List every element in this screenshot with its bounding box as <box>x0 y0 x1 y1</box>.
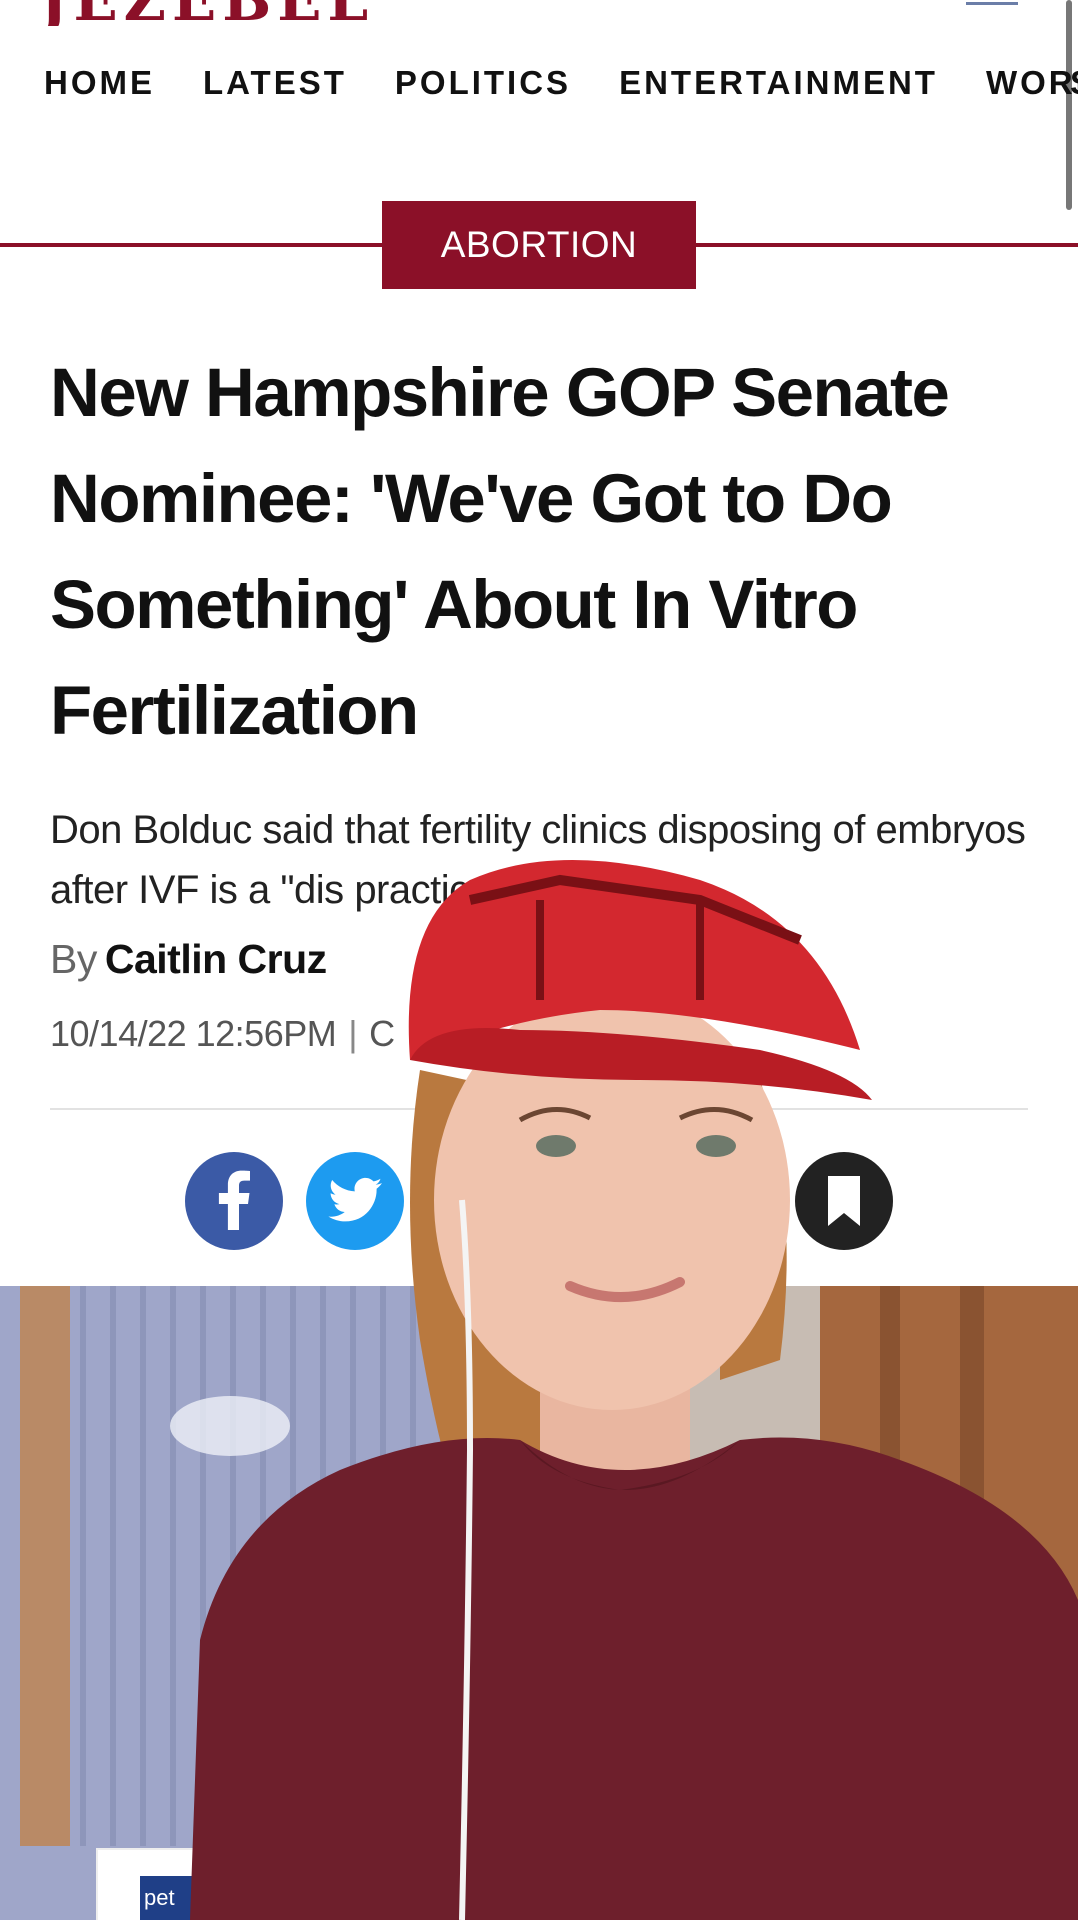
nav-work[interactable]: WORK <box>986 64 1078 102</box>
nav-entertainment[interactable]: ENTERTAINMENT <box>619 64 938 102</box>
article-dek-text: Don Bolduc said that fertility clinics d… <box>50 808 1026 912</box>
nav-overflow-item[interactable]: S <box>1070 64 1078 100</box>
article-hero-image: pet <box>0 1286 1078 1920</box>
category-tag[interactable]: ABORTION <box>382 201 696 289</box>
ad-badge-text: pet <box>140 1876 214 1920</box>
article-timestamp: 10/14/22 12:56PM <box>50 1013 337 1054</box>
bookmark-icon <box>828 1176 860 1226</box>
hero-photo <box>0 1286 1078 1920</box>
twitter-icon <box>328 1177 382 1222</box>
facebook-icon <box>218 1170 250 1230</box>
nav-latest[interactable]: LATEST <box>203 64 347 102</box>
main-nav: HOME LATEST POLITICS ENTERTAINMENT WORK <box>44 64 1078 102</box>
nav-politics[interactable]: POLITICS <box>395 64 571 102</box>
byline: By Caitlin Cruz <box>50 936 327 983</box>
bookmark-button[interactable] <box>795 1152 893 1250</box>
share-divider <box>50 1108 1028 1110</box>
nav-home[interactable]: HOME <box>44 64 155 102</box>
meta-separator: | <box>348 1013 358 1054</box>
share-facebook-button[interactable] <box>185 1152 283 1250</box>
share-reddit-button[interactable] <box>420 1152 518 1250</box>
site-logo-text: JEZEBEL <box>40 0 374 26</box>
share-twitter-button[interactable] <box>306 1152 404 1250</box>
article-dek-tail: practice." <box>354 868 515 912</box>
article-headline: New Hampshire GOP Senate Nominee: 'We've… <box>50 354 950 749</box>
byline-prefix: By <box>50 936 97 982</box>
article-dek: Don Bolduc said that fertility clinics d… <box>50 800 1030 920</box>
meta-next: C <box>369 1013 395 1054</box>
author-link[interactable]: Caitlin Cruz <box>105 936 327 982</box>
scrollbar[interactable] <box>1066 0 1072 210</box>
ad-badge[interactable]: pet <box>96 1848 220 1920</box>
article-meta: 10/14/22 12:56PM | C <box>50 1013 395 1055</box>
hamburger-menu-icon[interactable] <box>966 0 1018 8</box>
site-logo[interactable]: JEZEBEL <box>40 0 390 26</box>
